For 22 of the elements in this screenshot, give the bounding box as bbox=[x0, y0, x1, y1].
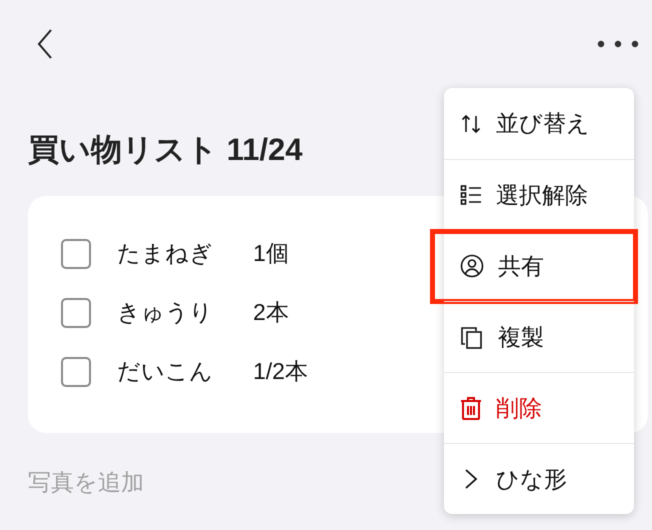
list-title: 買い物リスト 11/24 bbox=[28, 131, 304, 169]
more-icon[interactable] bbox=[596, 39, 640, 49]
menu-item[interactable]: ひな形 bbox=[444, 443, 634, 514]
menu-item[interactable]: 並び替え bbox=[444, 88, 634, 159]
item-name: だいこん bbox=[117, 357, 214, 386]
checkbox[interactable] bbox=[61, 238, 91, 268]
sort-icon bbox=[460, 112, 482, 134]
item-name: きゅうり bbox=[117, 298, 214, 327]
menu-item[interactable]: 削除 bbox=[444, 372, 634, 443]
back-icon[interactable] bbox=[36, 28, 54, 60]
checkbox[interactable] bbox=[61, 298, 91, 328]
item-quantity: 1/2本 bbox=[253, 357, 308, 386]
menu-item[interactable]: 選択解除 bbox=[444, 159, 634, 230]
item-name: たまねぎ bbox=[117, 239, 214, 268]
copy-icon bbox=[460, 325, 484, 349]
menu-item[interactable]: 複製 bbox=[444, 301, 634, 372]
item-quantity: 1個 bbox=[253, 239, 289, 268]
list-icon bbox=[460, 184, 482, 206]
trash-icon bbox=[460, 396, 482, 420]
item-quantity: 2本 bbox=[253, 298, 289, 327]
person-icon bbox=[460, 254, 484, 278]
checkbox[interactable] bbox=[61, 356, 91, 386]
